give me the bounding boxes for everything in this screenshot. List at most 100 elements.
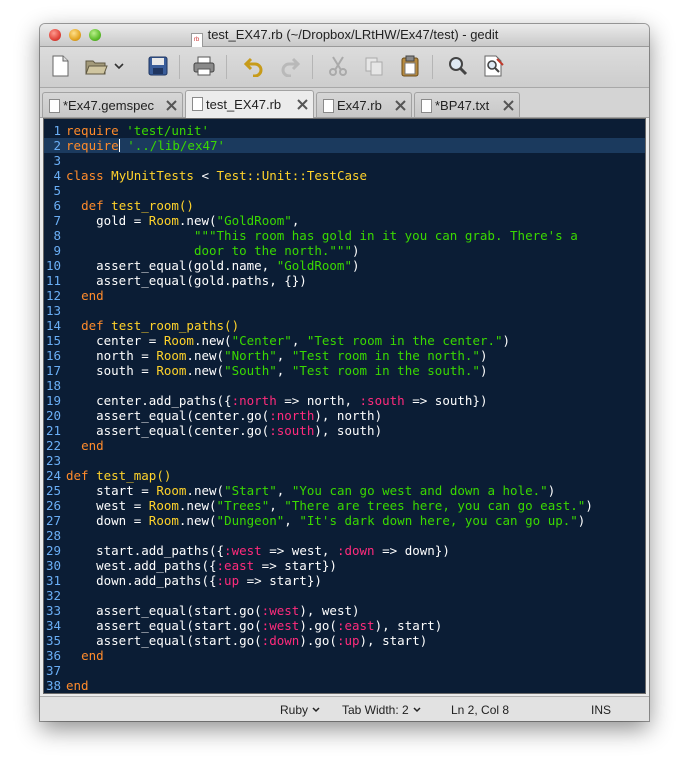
code-line[interactable]: 19 center.add_paths({:north => north, :s… xyxy=(44,393,645,408)
tab-label: *BP47.txt xyxy=(435,98,490,113)
new-document-button[interactable] xyxy=(46,52,74,80)
code-line[interactable]: 14 def test_room_paths() xyxy=(44,318,645,333)
save-button[interactable] xyxy=(144,52,172,80)
code-token: :up xyxy=(336,633,360,648)
code-token: Room xyxy=(156,483,187,498)
paste-button[interactable] xyxy=(396,52,424,80)
code-line[interactable]: 10 assert_equal(gold.name, "GoldRoom") xyxy=(44,258,645,273)
undo-button[interactable] xyxy=(240,52,268,80)
code-line[interactable]: 28 xyxy=(44,528,645,543)
code-line[interactable]: 24 def test_map() xyxy=(44,468,645,483)
window-title-container: rb test_EX47.rb (~/Dropbox/LRtHW/Ex47/tes… xyxy=(40,27,649,48)
code-line[interactable]: 7 gold = Room.new("GoldRoom", xyxy=(44,213,645,228)
redo-button[interactable] xyxy=(276,52,304,80)
code-line[interactable]: 4 class MyUnitTests < Test::Unit::TestCas… xyxy=(44,168,645,183)
code-line[interactable]: 9 door to the north.""") xyxy=(44,243,645,258)
code-line[interactable]: 20 assert_equal(center.go(:north), north… xyxy=(44,408,645,423)
code-line[interactable]: 32 xyxy=(44,588,645,603)
dropdown-arrow-icon xyxy=(114,63,124,70)
code-token: => down}) xyxy=(374,543,450,558)
code-line[interactable]: 11 assert_equal(gold.paths, {}) xyxy=(44,273,645,288)
paste-icon xyxy=(401,55,419,77)
toolbar-separator xyxy=(226,55,227,79)
copy-button[interactable] xyxy=(360,52,388,80)
code-token: assert_equal(gold.name, xyxy=(66,258,277,273)
open-button[interactable] xyxy=(82,52,110,80)
code-line[interactable]: 6 def test_room() xyxy=(44,198,645,213)
code-line[interactable]: 1 require 'test/unit' xyxy=(44,123,645,138)
undo-icon xyxy=(243,57,263,77)
code-token: Room xyxy=(163,333,194,348)
tab-ex47-rb[interactable]: Ex47.rb xyxy=(316,92,412,117)
code-line[interactable]: 5 xyxy=(44,183,645,198)
code-token: , xyxy=(291,213,300,228)
code-line[interactable]: 26 west = Room.new("Trees", "There are t… xyxy=(44,498,645,513)
code-token: assert_equal(start.go( xyxy=(66,618,262,633)
code-line[interactable]: 3 xyxy=(44,153,645,168)
code-line[interactable]: 34 assert_equal(start.go(:west).go(:east… xyxy=(44,618,645,633)
print-button[interactable] xyxy=(190,52,218,80)
code-token: ) xyxy=(502,333,511,348)
code-line[interactable]: 35 assert_equal(start.go(:down).go(:up),… xyxy=(44,633,645,648)
code-line[interactable]: 18 xyxy=(44,378,645,393)
code-line[interactable]: 2 require '../lib/ex47' xyxy=(44,138,645,153)
print-icon xyxy=(193,56,215,76)
code-line[interactable]: 33 assert_equal(start.go(:west), west) xyxy=(44,603,645,618)
tab-test-ex47-rb[interactable]: test_EX47.rb xyxy=(185,90,314,118)
close-tab-icon[interactable] xyxy=(166,100,177,111)
code-line[interactable]: 12 end xyxy=(44,288,645,303)
code-token: gold = xyxy=(66,213,149,228)
cut-button[interactable] xyxy=(324,52,352,80)
code-line[interactable]: 22 end xyxy=(44,438,645,453)
close-tab-icon[interactable] xyxy=(297,99,308,110)
code-token: "GoldRoom" xyxy=(276,258,352,273)
tab-width-selector[interactable]: Tab Width: 2 xyxy=(342,703,421,717)
document-tabs: *Ex47.gemspec test_EX47.rb Ex47.rb *BP47… xyxy=(40,88,649,118)
code-token: :east xyxy=(336,618,375,633)
code-line[interactable]: 25 start = Room.new("Start", "You can go… xyxy=(44,483,645,498)
tab-width-label: Tab Width: xyxy=(342,703,399,717)
code-line[interactable]: 23 xyxy=(44,453,645,468)
line-number: 8 xyxy=(53,228,61,243)
code-lines: 1 require 'test/unit' 2 require '../lib/ex4… xyxy=(44,123,645,693)
code-line[interactable]: 13 xyxy=(44,303,645,318)
language-selector[interactable]: Ruby xyxy=(280,703,320,717)
open-folder-icon xyxy=(85,60,108,75)
close-tab-icon[interactable] xyxy=(395,100,406,111)
code-text: center = Room.new("Center", "Test room i… xyxy=(66,333,510,348)
code-line[interactable]: 30 west.add_paths({:east => start}) xyxy=(44,558,645,573)
open-recent-dropdown[interactable] xyxy=(112,52,126,80)
code-line[interactable]: 16 north = Room.new("North", "Test room … xyxy=(44,348,645,363)
code-line[interactable]: 38 end xyxy=(44,678,645,693)
code-line[interactable]: 27 down = Room.new("Dungeon", "It's dark… xyxy=(44,513,645,528)
code-token: ), west) xyxy=(299,603,360,618)
code-line[interactable]: 36 end xyxy=(44,648,645,663)
code-token: ), start) xyxy=(374,618,443,633)
code-line[interactable]: 8 """This room has gold in it you can gr… xyxy=(44,228,645,243)
close-tab-icon[interactable] xyxy=(503,100,514,111)
code-line[interactable]: 31 down.add_paths({:up => start}) xyxy=(44,573,645,588)
code-line[interactable]: 15 center = Room.new("Center", "Test roo… xyxy=(44,333,645,348)
code-line[interactable]: 17 south = Room.new("South", "Test room … xyxy=(44,363,645,378)
find-replace-button[interactable] xyxy=(480,52,508,80)
line-number: 33 xyxy=(45,603,61,618)
toolbar xyxy=(40,47,649,88)
line-number: 7 xyxy=(53,213,61,228)
code-token: require xyxy=(66,138,119,153)
code-token: test_room() xyxy=(111,198,194,213)
code-text: end xyxy=(66,678,89,693)
code-text: south = Room.new("South", "Test room in … xyxy=(66,363,487,378)
tab-ex47-gemspec[interactable]: *Ex47.gemspec xyxy=(42,92,183,117)
code-line[interactable]: 21 assert_equal(center.go(:south), south… xyxy=(44,423,645,438)
code-token: Room xyxy=(148,213,179,228)
code-text: assert_equal(center.go(:north), north) xyxy=(66,408,382,423)
code-text: start.add_paths({:west => west, :down =>… xyxy=(66,543,450,558)
find-button[interactable] xyxy=(444,52,472,80)
code-line[interactable]: 29 start.add_paths({:west => west, :down… xyxy=(44,543,645,558)
code-token: "Test room in the center." xyxy=(306,333,503,348)
tab-bp47-txt[interactable]: *BP47.txt xyxy=(414,92,520,117)
code-line[interactable]: 37 xyxy=(44,663,645,678)
code-token: Test::Unit::TestCase xyxy=(216,168,368,183)
code-editor[interactable]: 1 require 'test/unit' 2 require '../lib/ex4… xyxy=(43,118,646,694)
chevron-down-icon xyxy=(413,707,421,713)
